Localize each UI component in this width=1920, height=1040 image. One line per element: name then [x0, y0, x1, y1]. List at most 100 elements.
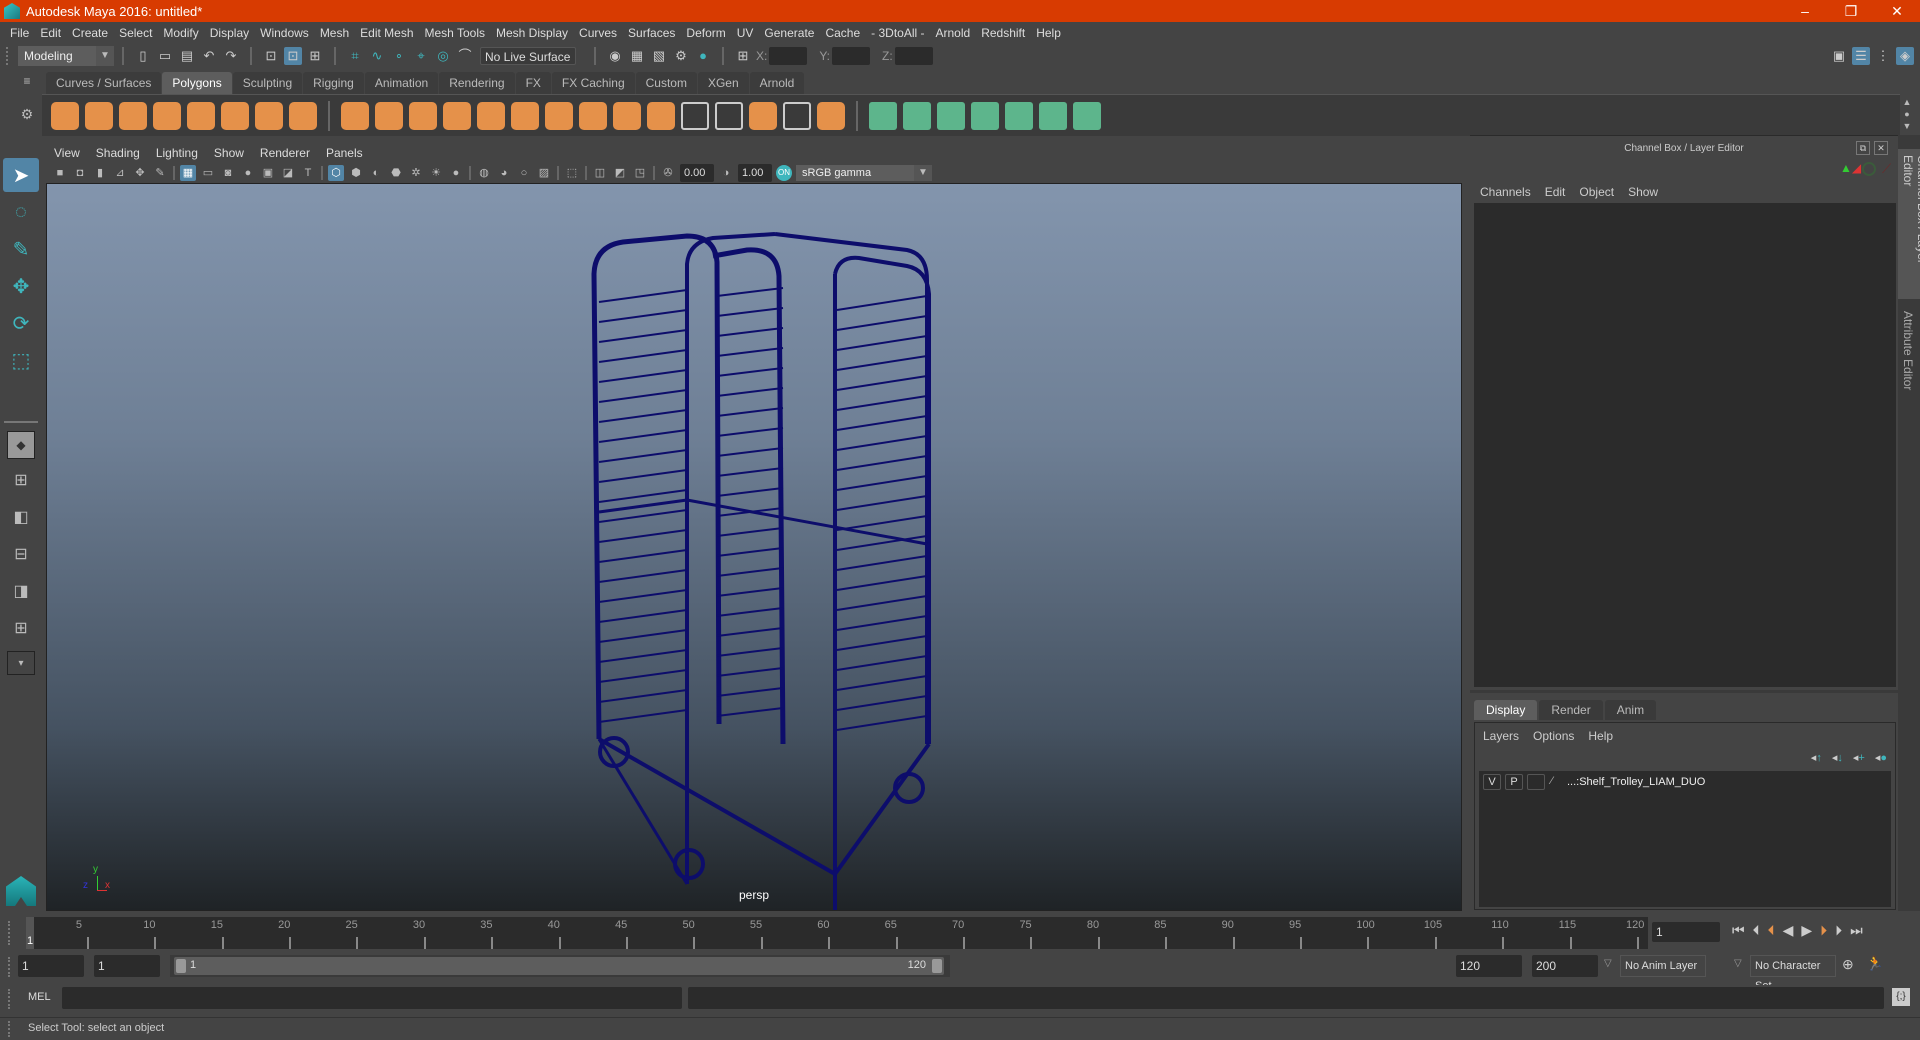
menu-mesh-tools[interactable]: Mesh Tools [425, 26, 485, 40]
snap-grid-icon[interactable]: ⌗ [346, 47, 364, 65]
menu-edit-mesh[interactable]: Edit Mesh [360, 26, 413, 40]
play-backwards-icon[interactable]: ◀ [1783, 922, 1794, 939]
drag-handle[interactable] [8, 1021, 12, 1037]
poly-plane-icon[interactable] [187, 101, 215, 130]
wireframe-on-shaded-icon[interactable]: ⬣ [388, 165, 404, 181]
speed-icon[interactable] [1862, 162, 1876, 176]
offset-edge-loop-icon[interactable] [715, 101, 743, 130]
playback-end-field[interactable]: 120 [1456, 955, 1522, 977]
two-d-pan-zoom-icon[interactable]: ✥ [132, 165, 148, 181]
menu-uv[interactable]: UV [737, 26, 754, 40]
shelf-tab-arnold[interactable]: Arnold [749, 72, 805, 94]
channel-box-menu-channels[interactable]: Channels [1480, 185, 1531, 199]
panel-menu-view[interactable]: View [54, 146, 80, 160]
close-panel-icon[interactable]: ✕ [1874, 141, 1888, 155]
safe-title-icon[interactable]: T [300, 165, 316, 181]
layer-name[interactable]: ...:Shelf_Trolley_LIAM_DUO [1567, 776, 1705, 788]
poly-cylinder-icon[interactable] [119, 101, 147, 130]
poly-cube-icon[interactable] [85, 101, 113, 130]
outliner-persp-layout-icon[interactable]: ◧ [3, 500, 39, 534]
script-language-toggle[interactable]: MEL [28, 991, 51, 1003]
animation-preferences-icon[interactable]: 🏃 [1866, 955, 1883, 972]
undo-icon[interactable]: ↶ [200, 47, 218, 65]
new-layer-selected-icon[interactable]: ◂● [1875, 751, 1887, 764]
menu-arnold[interactable]: Arnold [936, 26, 971, 40]
live-surface-field[interactable]: No Live Surface [480, 47, 576, 65]
reduce-icon[interactable] [477, 101, 505, 130]
layer-menu-layers[interactable]: Layers [1483, 729, 1519, 743]
step-forward-key-icon[interactable]: ⏵ [1820, 922, 1827, 939]
minimize-button[interactable]: – [1782, 0, 1828, 22]
step-forward-frame-icon[interactable]: ⏵ [1835, 922, 1842, 939]
layer-row[interactable]: V P ⁄ ...:Shelf_Trolley_LIAM_DUO [1479, 771, 1891, 793]
layer-color-icon[interactable]: ⁄ [1551, 775, 1565, 789]
channel-box-toggle-icon[interactable]: ☰ [1852, 47, 1870, 65]
panel-menu-renderer[interactable]: Renderer [260, 146, 310, 160]
layer-menu-help[interactable]: Help [1588, 729, 1613, 743]
shelf-scroll[interactable]: ▲ ● ▼ [1900, 96, 1914, 134]
shadows-icon[interactable]: ● [448, 165, 464, 181]
restore-button[interactable]: ❐ [1828, 0, 1874, 22]
anim-layer-menu-icon[interactable]: ▽ [1604, 958, 1612, 969]
menu-generate[interactable]: Generate [764, 26, 814, 40]
current-frame-field[interactable]: 1 [1652, 922, 1720, 942]
hypershade-icon[interactable]: ● [694, 47, 712, 65]
poly-pyramid-icon[interactable] [255, 101, 283, 130]
xray-icon[interactable]: ◫ [592, 165, 608, 181]
panel-menu-show[interactable]: Show [214, 146, 244, 160]
select-component-icon[interactable]: ⊞ [306, 47, 324, 65]
shelf-menu-icon[interactable]: ≡ [16, 74, 38, 88]
layer-playback-toggle[interactable]: P [1505, 774, 1523, 790]
step-back-key-icon[interactable]: ⏴ [1768, 922, 1775, 939]
channel-box-menu-edit[interactable]: Edit [1545, 185, 1566, 199]
shelf-tab-animation[interactable]: Animation [364, 72, 439, 94]
bevel-icon[interactable] [647, 101, 675, 130]
view-transform-dropdown[interactable]: sRGB gamma ▼ [796, 165, 932, 181]
single-perspective-layout-icon[interactable]: ◆ [7, 431, 35, 459]
wireframe-icon[interactable]: ⬡ [328, 165, 344, 181]
close-button[interactable]: ✕ [1874, 0, 1920, 22]
menu-windows[interactable]: Windows [260, 26, 309, 40]
shelf-tab-sculpting[interactable]: Sculpting [232, 72, 303, 94]
render-settings-icon[interactable]: ⚙ [672, 47, 690, 65]
snap-curve-icon[interactable]: ∿ [368, 47, 386, 65]
range-end-handle[interactable] [932, 959, 942, 973]
shelf-tab-fx[interactable]: FX [515, 72, 551, 94]
command-input[interactable] [62, 987, 682, 1009]
new-empty-layer-icon[interactable]: ◂+ [1853, 751, 1865, 764]
shelf-tab-rendering[interactable]: Rendering [439, 72, 515, 94]
uv-editor-icon[interactable] [1039, 101, 1067, 130]
fill-hole-icon[interactable] [817, 101, 845, 130]
image-plane-icon[interactable]: ⊿ [112, 165, 128, 181]
layer-tab-anim[interactable]: Anim [1604, 700, 1657, 720]
animation-start-field[interactable]: 1 [18, 955, 84, 977]
menu-edit[interactable]: Edit [40, 26, 61, 40]
perspective-viewport[interactable]: y x z persp [46, 183, 1462, 911]
shelf-settings-icon[interactable]: ⚙ [16, 106, 38, 123]
float-panel-icon[interactable]: ⧉ [1856, 141, 1870, 155]
menu-redshift[interactable]: Redshift [981, 26, 1025, 40]
smooth-icon[interactable] [443, 101, 471, 130]
ipr-render-icon[interactable]: ▧ [650, 47, 668, 65]
camera-attributes-icon[interactable]: ◘ [72, 165, 88, 181]
menu-set-dropdown[interactable]: Modeling ▼ [18, 46, 114, 66]
exposure-icon[interactable]: ✇ [660, 165, 676, 181]
channel-box-menu-object[interactable]: Object [1579, 185, 1614, 199]
playback-start-field[interactable]: 1 [94, 955, 160, 977]
drag-handle[interactable] [6, 47, 14, 65]
sew-uv-icon[interactable] [1073, 101, 1101, 130]
anim-layer-dropdown[interactable]: No Anim Layer [1620, 955, 1706, 977]
range-start-handle[interactable] [176, 959, 186, 973]
panel-menu-panels[interactable]: Panels [326, 146, 363, 160]
panel-menu-shading[interactable]: Shading [96, 146, 140, 160]
safe-action-icon[interactable]: ◪ [280, 165, 296, 181]
select-tool-icon[interactable]: ➤ [3, 158, 39, 192]
menu-mesh[interactable]: Mesh [320, 26, 349, 40]
manipulator-icon[interactable]: ▲◢ [1840, 161, 1861, 175]
shelf-tab-curves-surfaces[interactable]: Curves / Surfaces [46, 72, 162, 94]
separate-icon[interactable] [375, 101, 403, 130]
snap-point-icon[interactable]: ∘ [390, 47, 408, 65]
target-weld-icon[interactable] [783, 101, 811, 130]
poly-cone-icon[interactable] [153, 101, 181, 130]
poly-torus-icon[interactable] [221, 101, 249, 130]
